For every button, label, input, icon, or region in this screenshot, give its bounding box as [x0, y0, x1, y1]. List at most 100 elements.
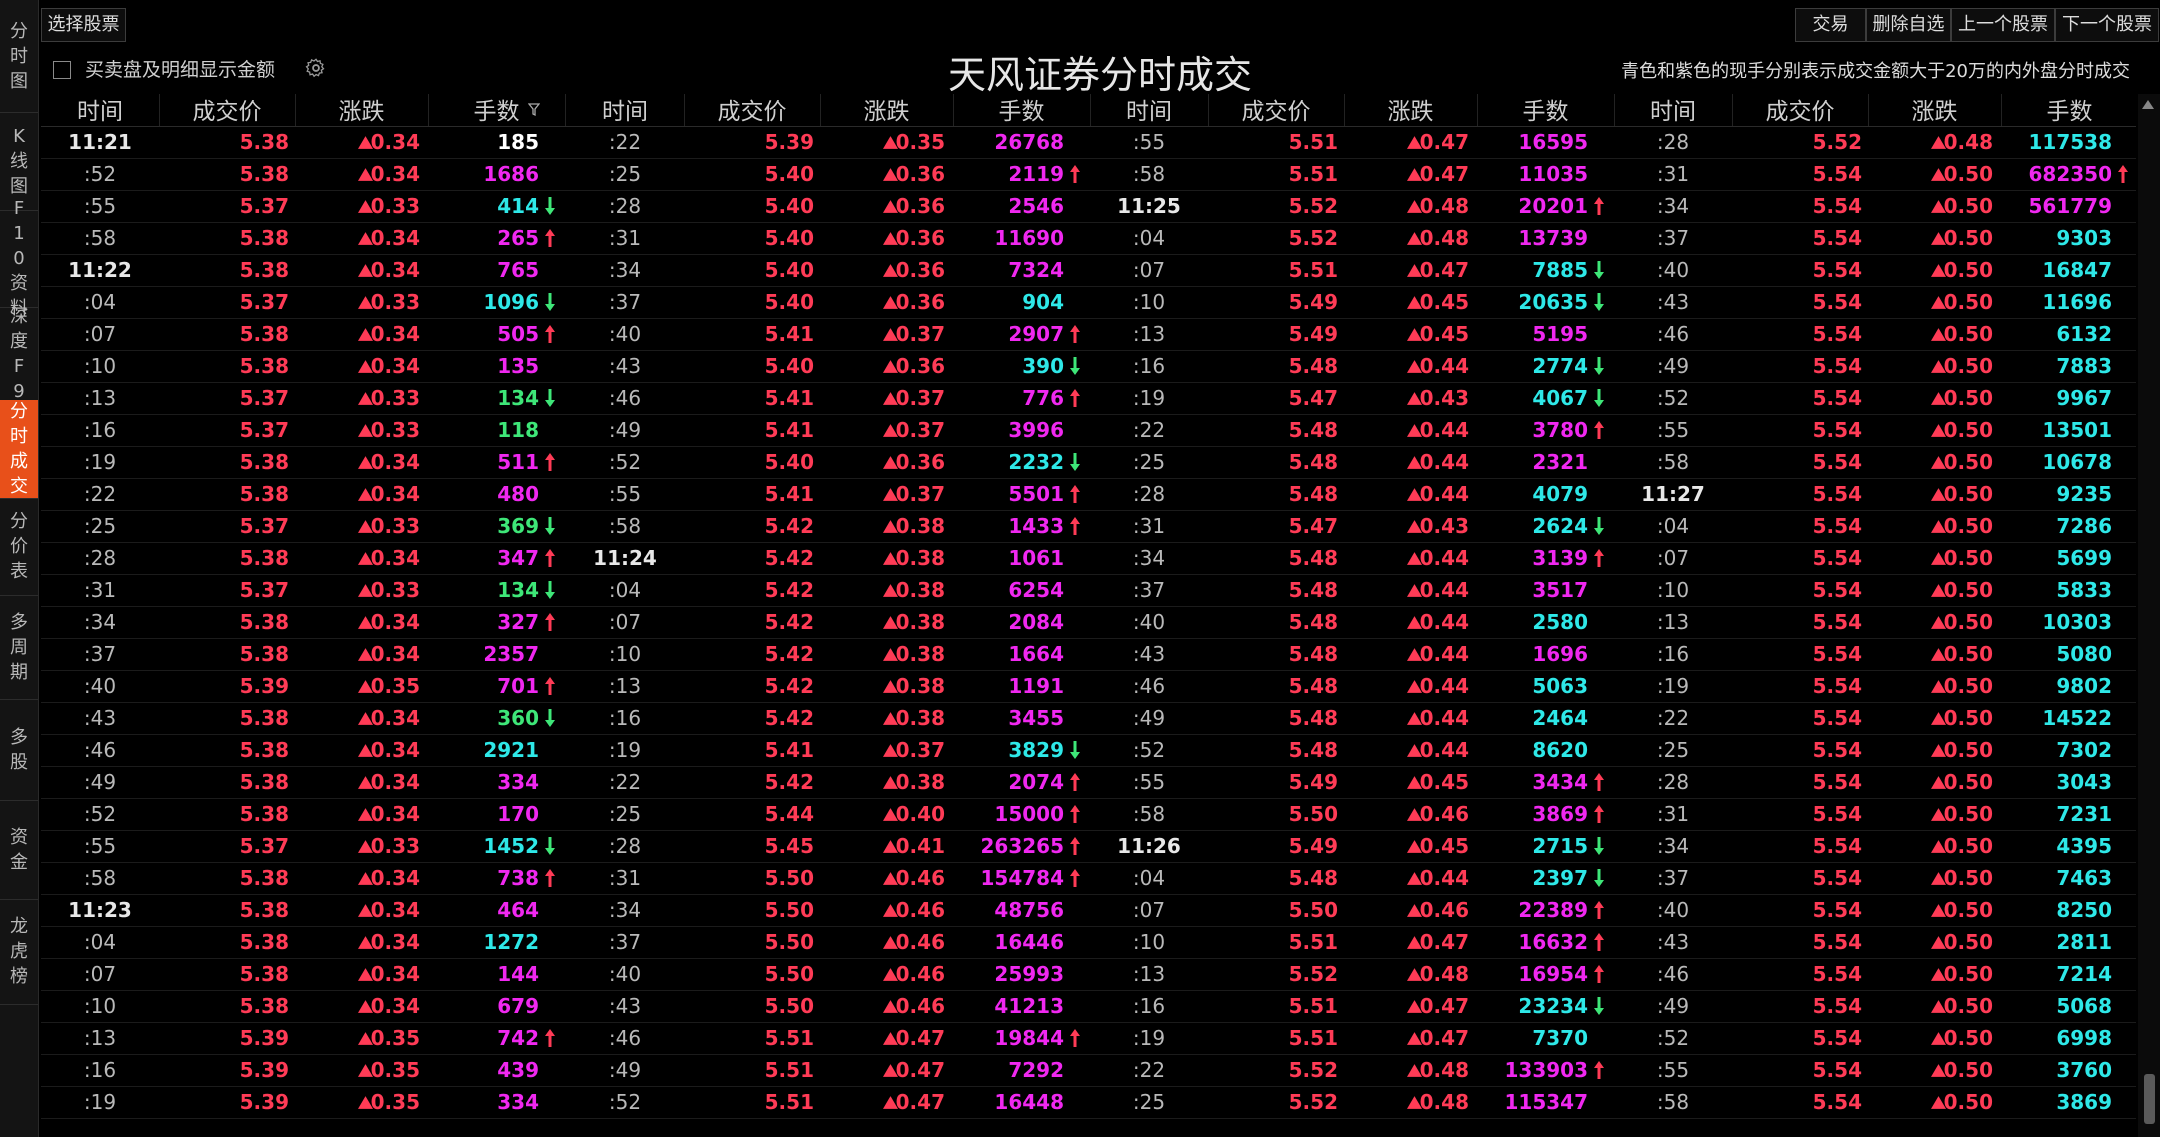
- trade-volume: 3869: [2056, 1090, 2112, 1114]
- vertical-scrollbar[interactable]: [2138, 94, 2160, 1137]
- trade-price: 5.51: [1288, 130, 1338, 154]
- column-header[interactable]: 手数: [428, 94, 566, 126]
- trade-volume: 9235: [2056, 482, 2112, 506]
- sidebar-tab-6[interactable]: 多周期: [0, 595, 38, 700]
- trade-volume: 360: [497, 706, 539, 730]
- trade-volume: 9303: [2056, 226, 2112, 250]
- sidebar-tab-label: 分时成交: [10, 401, 28, 497]
- trade-time: :52: [1656, 1026, 1690, 1050]
- table-row: :10 5.38 0.34 679:43 5.50 0.46 41213:16 5.51 0.4…: [41, 990, 2136, 1023]
- price-change: 0.37: [895, 418, 945, 442]
- scrollbar-thumb[interactable]: [2144, 1074, 2155, 1124]
- prev-stock-button[interactable]: 上一个股票: [1951, 8, 2055, 42]
- trade-price: 5.38: [239, 994, 289, 1018]
- select-stock-button[interactable]: 选择股票: [41, 8, 126, 42]
- trade-price: 5.38: [239, 258, 289, 282]
- trade-volume: 738: [497, 866, 539, 890]
- price-change: 0.50: [1943, 450, 1993, 474]
- trade-time: :19: [1132, 386, 1166, 410]
- trade-time: :13: [83, 386, 117, 410]
- price-change: 0.40: [895, 802, 945, 826]
- table-row: :04 5.38 0.34 1272:37 5.50 0.46 16446:10 5.51 0.…: [41, 926, 2136, 959]
- trade-time: :37: [83, 642, 117, 666]
- trade-price: 5.40: [764, 290, 814, 314]
- trade-volume: 9802: [2056, 674, 2112, 698]
- price-change: 0.44: [1419, 674, 1469, 698]
- filter-icon[interactable]: [528, 103, 540, 117]
- trade-price: 5.39: [239, 1090, 289, 1114]
- trade-price: 5.48: [1288, 450, 1338, 474]
- trade-price: 5.54: [1812, 674, 1862, 698]
- sidebar-tab-3[interactable]: 深度F9: [0, 306, 38, 402]
- next-stock-button[interactable]: 下一个股票: [2055, 8, 2159, 42]
- price-change: 0.34: [370, 546, 420, 570]
- trade-volume: 2084: [1008, 610, 1064, 634]
- trade-volume: 118: [497, 418, 539, 442]
- trade-volume: 4079: [1532, 482, 1588, 506]
- trade-time: :40: [608, 962, 642, 986]
- trade-volume: 1696: [1532, 642, 1588, 666]
- trade-price: 5.38: [239, 450, 289, 474]
- price-change: 0.50: [1943, 418, 1993, 442]
- trade-price: 5.51: [1288, 994, 1338, 1018]
- arrow-down-icon: [545, 389, 555, 407]
- price-change: 0.44: [1419, 866, 1469, 890]
- trade-time: :16: [83, 418, 117, 442]
- trade-price: 5.38: [239, 482, 289, 506]
- trade-time: :07: [83, 322, 117, 346]
- price-change: 0.34: [370, 738, 420, 762]
- price-change: 0.50: [1943, 898, 1993, 922]
- price-change: 0.46: [1419, 802, 1469, 826]
- scroll-up-arrow-icon[interactable]: [2142, 100, 2154, 109]
- price-change: 0.38: [895, 514, 945, 538]
- trade-volume: 135: [497, 354, 539, 378]
- trade-time: :16: [1132, 354, 1166, 378]
- column-header: 时间: [41, 94, 160, 126]
- trade-button[interactable]: 交易: [1795, 8, 1866, 42]
- trade-price: 5.54: [1812, 770, 1862, 794]
- trade-time: :19: [83, 450, 117, 474]
- arrow-down-icon: [1594, 389, 1604, 407]
- delete-watchlist-button[interactable]: 删除自选: [1866, 8, 1951, 42]
- price-change: 0.38: [895, 706, 945, 730]
- table-row: :40 5.39 0.35 701:13 5.42 0.38 1191:46 5.48 0.44…: [41, 670, 2136, 703]
- arrow-up-icon: [1070, 325, 1080, 343]
- price-change: 0.50: [1943, 802, 1993, 826]
- trade-time: :37: [1656, 226, 1690, 250]
- arrow-up-icon: [1594, 805, 1604, 823]
- trade-price: 5.47: [1288, 514, 1338, 538]
- arrow-down-icon: [545, 709, 555, 727]
- arrow-up-icon: [545, 613, 555, 631]
- trade-price: 5.42: [764, 642, 814, 666]
- trade-price: 5.44: [764, 802, 814, 826]
- sidebar-tab-4[interactable]: 分时成交: [0, 400, 38, 499]
- trade-volume: 20201: [1518, 194, 1588, 218]
- trade-volume: 5080: [2056, 642, 2112, 666]
- arrow-up-icon: [1070, 165, 1080, 183]
- trade-price: 5.54: [1812, 546, 1862, 570]
- trade-volume: 904: [1022, 290, 1064, 314]
- trade-volume: 505: [497, 322, 539, 346]
- trade-time: :31: [608, 866, 642, 890]
- price-change: 0.35: [370, 674, 420, 698]
- trade-time: :49: [608, 418, 642, 442]
- trade-time: :25: [608, 802, 642, 826]
- price-change: 0.35: [370, 1026, 420, 1050]
- sidebar-tab-9[interactable]: 龙虎榜: [0, 899, 38, 1005]
- price-change: 0.50: [1943, 866, 1993, 890]
- table-row: :55 5.37 0.33 1452:28 5.45 0.41 263265 11:26 5.4…: [41, 830, 2136, 863]
- sidebar-tab-5[interactable]: 分价表: [0, 498, 38, 596]
- sidebar-tab-2[interactable]: F10资料: [0, 198, 38, 319]
- trade-time: :55: [608, 482, 642, 506]
- sidebar-tab-8[interactable]: 资金: [0, 800, 38, 900]
- arrow-up-icon: [1070, 517, 1080, 535]
- price-change: 0.47: [1419, 162, 1469, 186]
- trade-price: 5.48: [1288, 738, 1338, 762]
- sidebar-tab-7[interactable]: 多股: [0, 699, 38, 801]
- price-change: 0.33: [370, 194, 420, 218]
- trade-price: 5.54: [1812, 514, 1862, 538]
- trade-volume: 10678: [2042, 450, 2112, 474]
- trade-volume: 6254: [1008, 578, 1064, 602]
- price-change: 0.44: [1419, 354, 1469, 378]
- arrow-up-icon: [1070, 805, 1080, 823]
